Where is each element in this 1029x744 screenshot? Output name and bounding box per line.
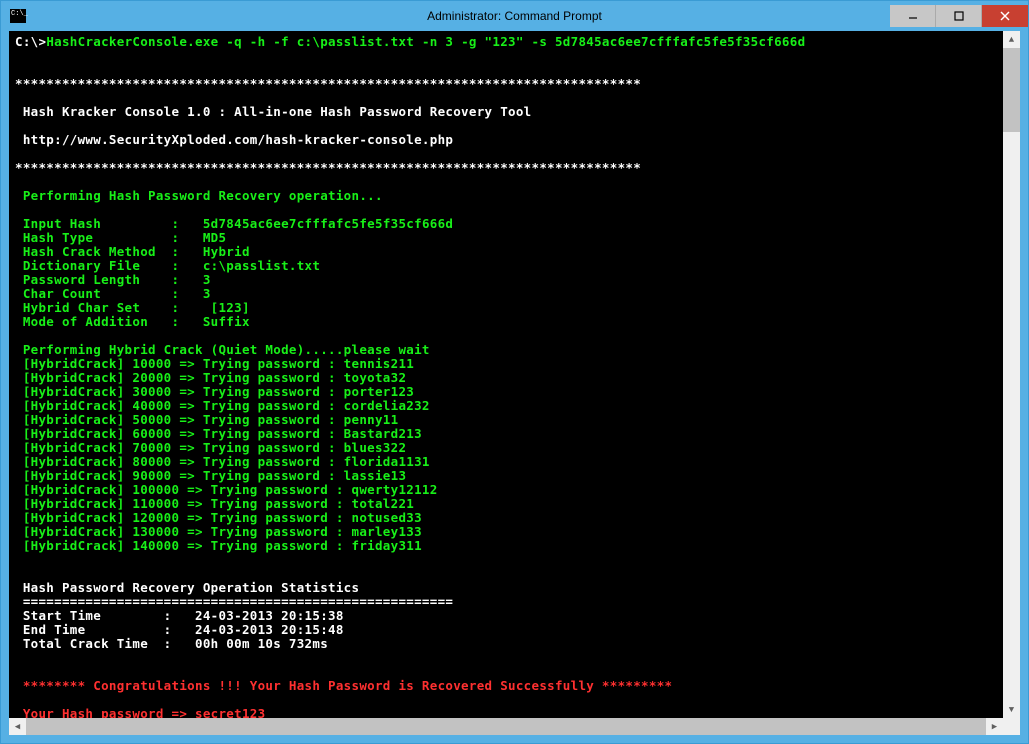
param-line: Mode of Addition : Suffix bbox=[15, 314, 250, 329]
window-frame: Administrator: Command Prompt C:\>HashCr… bbox=[0, 0, 1029, 744]
param-line: Hash Crack Method : Hybrid bbox=[15, 244, 250, 259]
hscroll-track[interactable] bbox=[26, 718, 986, 735]
param-line: Password Length : 3 bbox=[15, 272, 211, 287]
vertical-scrollbar[interactable]: ▲ ▼ bbox=[1003, 31, 1020, 718]
close-icon bbox=[1000, 11, 1010, 21]
param-line: Char Count : 3 bbox=[15, 286, 211, 301]
stat-line: Start Time : 24-03-2013 20:15:38 bbox=[15, 608, 344, 623]
scroll-right-arrow-icon[interactable]: ▶ bbox=[986, 718, 1003, 735]
horizontal-scrollbar[interactable]: ◀ ▶ bbox=[9, 718, 1020, 735]
param-line: Hybrid Char Set : [123] bbox=[15, 300, 250, 315]
scroll-up-arrow-icon[interactable]: ▲ bbox=[1003, 31, 1020, 48]
param-line: Dictionary File : c:\passlist.txt bbox=[15, 258, 320, 273]
console-wrap: C:\>HashCrackerConsole.exe -q -h -f c:\p… bbox=[9, 31, 1020, 718]
vscroll-thumb[interactable] bbox=[1003, 48, 1020, 132]
minimize-icon bbox=[908, 11, 918, 21]
stat-line: End Time : 24-03-2013 20:15:48 bbox=[15, 622, 344, 637]
window-controls bbox=[890, 5, 1028, 27]
console-output[interactable]: C:\>HashCrackerConsole.exe -q -h -f c:\p… bbox=[9, 31, 1003, 718]
close-button[interactable] bbox=[982, 5, 1028, 27]
scroll-corner bbox=[1003, 718, 1020, 735]
cmd-icon bbox=[10, 9, 26, 23]
param-line: Hash Type : MD5 bbox=[15, 230, 226, 245]
prompt-line: C:\>HashCrackerConsole.exe -q -h -f c:\p… bbox=[15, 34, 805, 49]
vscroll-track[interactable] bbox=[1003, 48, 1020, 701]
maximize-icon bbox=[954, 11, 964, 21]
titlebar[interactable]: Administrator: Command Prompt bbox=[1, 1, 1028, 31]
param-line: Input Hash : 5d7845ac6ee7cfffafc5fe5f35c… bbox=[15, 216, 453, 231]
scroll-down-arrow-icon[interactable]: ▼ bbox=[1003, 701, 1020, 718]
scroll-left-arrow-icon[interactable]: ◀ bbox=[9, 718, 26, 735]
minimize-button[interactable] bbox=[890, 5, 936, 27]
hscroll-thumb[interactable] bbox=[26, 718, 986, 735]
maximize-button[interactable] bbox=[936, 5, 982, 27]
stat-line: Total Crack Time : 00h 00m 10s 732ms bbox=[15, 636, 328, 651]
window-title: Administrator: Command Prompt bbox=[427, 9, 602, 23]
client-area: C:\>HashCrackerConsole.exe -q -h -f c:\p… bbox=[1, 31, 1028, 743]
